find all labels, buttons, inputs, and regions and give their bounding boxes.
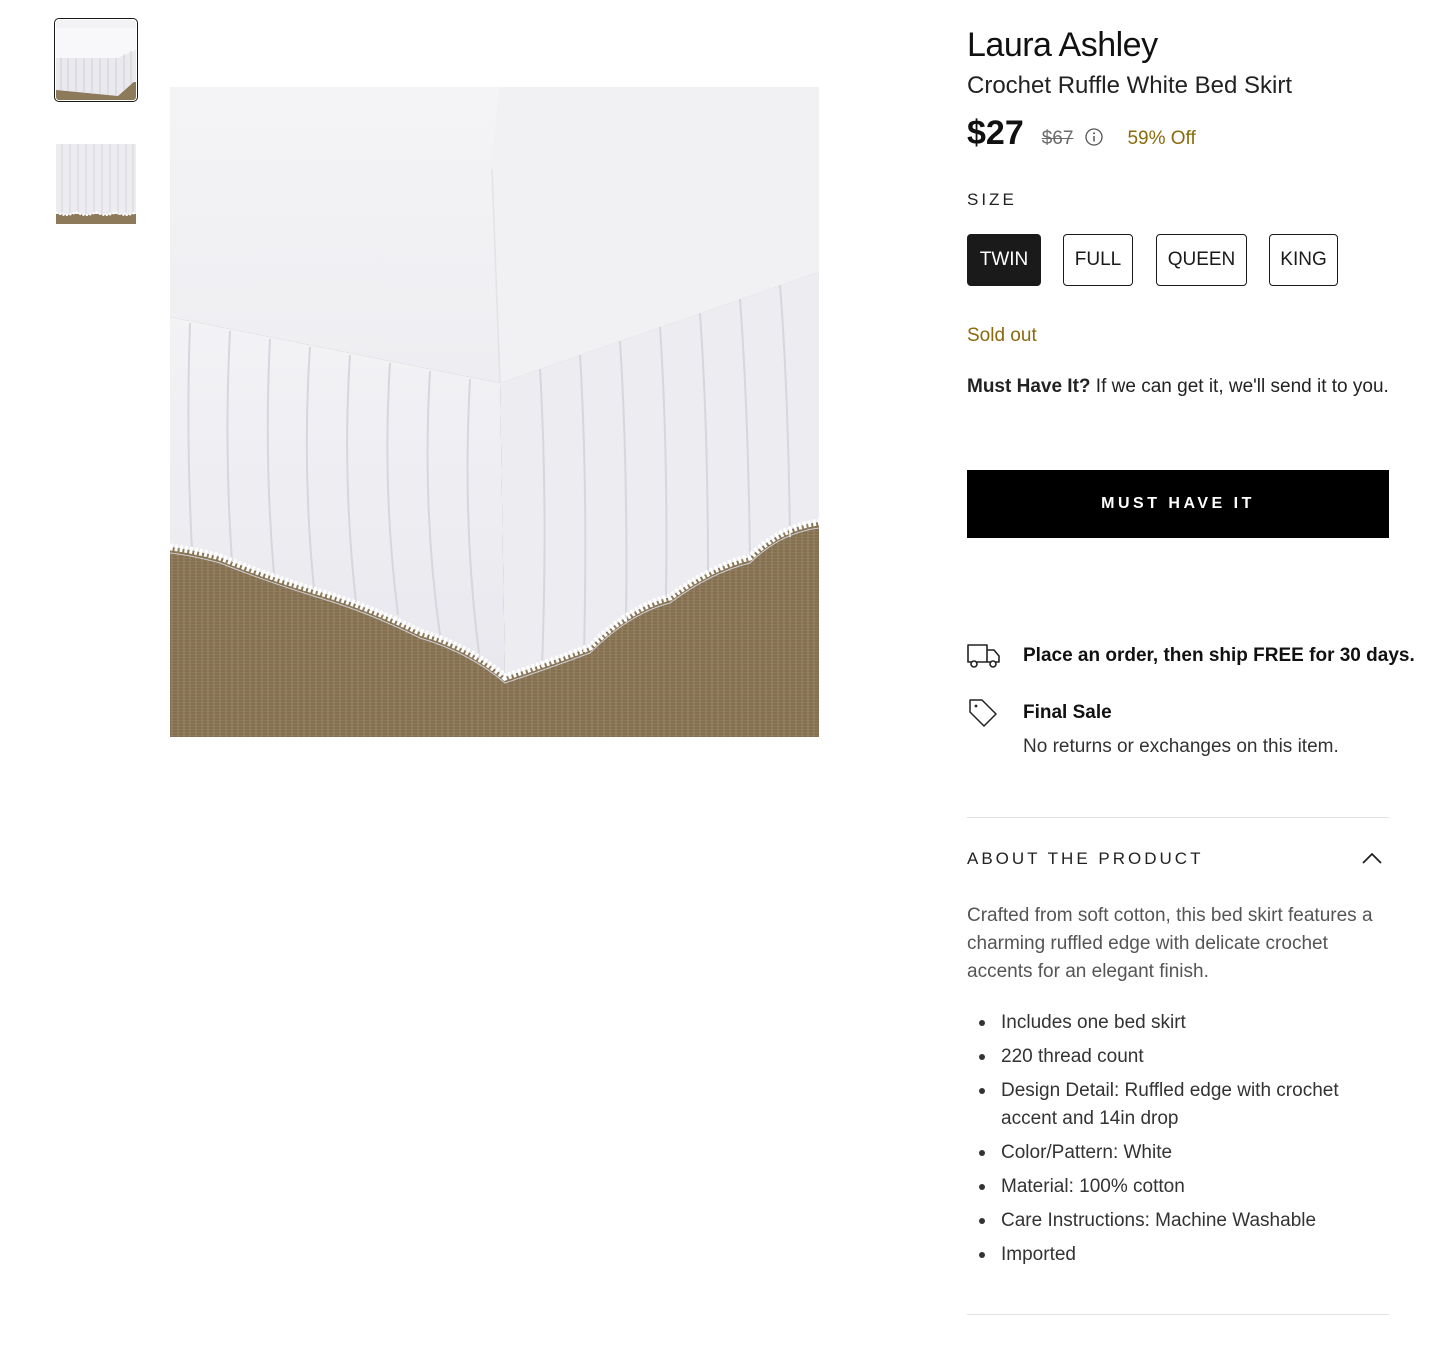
feature-item: Color/Pattern: White (979, 1139, 1387, 1167)
price-row: $27 $67 59% Off (967, 114, 1196, 153)
feature-item: Imported (979, 1241, 1387, 1269)
feature-item: Includes one bed skirt (979, 1009, 1387, 1037)
current-price: $27 (967, 114, 1024, 152)
feature-list: Includes one bed skirt 220 thread count … (967, 1009, 1387, 1275)
divider-bottom (967, 1314, 1389, 1315)
stock-status: Sold out (967, 325, 1037, 346)
must-have-message: Must Have It? If we can get it, we'll se… (967, 376, 1389, 398)
about-description: Crafted from soft cotton, this bed skirt… (967, 905, 1373, 982)
chevron-up-icon[interactable] (1360, 849, 1384, 867)
bed-skirt-image (170, 87, 819, 737)
ruffle-detail-thumbnail-image (56, 144, 136, 224)
main-product-image[interactable] (170, 87, 819, 737)
brand-name[interactable]: Laura Ashley (967, 26, 1158, 65)
feature-item: 220 thread count (979, 1043, 1387, 1071)
original-price: $67 (1041, 128, 1074, 149)
size-label: SIZE (967, 190, 1017, 209)
must-have-description: If we can get it, we'll send it to you. (1090, 376, 1389, 397)
size-option-twin[interactable]: TWIN (967, 234, 1041, 286)
must-have-it-button[interactable]: MUST HAVE IT (967, 470, 1389, 538)
product-title: Crochet Ruffle White Bed Skirt (967, 72, 1293, 99)
shipping-message: Place an order, then ship FREE for 30 da… (1023, 645, 1415, 666)
thumbnail-1[interactable] (54, 18, 138, 102)
feature-item: Design Detail: Ruffled edge with crochet… (979, 1077, 1387, 1133)
feature-item: Care Instructions: Machine Washable (979, 1207, 1387, 1235)
info-icon[interactable] (1085, 128, 1104, 146)
final-sale-description: No returns or exchanges on this item. (1023, 736, 1339, 757)
discount-badge: 59% Off (1127, 128, 1196, 149)
divider-top (967, 817, 1389, 818)
thumbnail-2[interactable] (56, 144, 136, 224)
truck-icon (966, 640, 1002, 672)
feature-item: Material: 100% cotton (979, 1173, 1387, 1201)
final-sale-title: Final Sale (1023, 702, 1112, 723)
size-option-full[interactable]: FULL (1063, 234, 1133, 286)
size-option-queen[interactable]: QUEEN (1156, 234, 1247, 286)
bed-skirt-thumbnail-image (56, 20, 136, 100)
tag-icon (967, 697, 999, 729)
must-have-heading: Must Have It? (967, 376, 1091, 397)
about-product-header[interactable]: ABOUT THE PRODUCT (967, 849, 1203, 869)
size-option-king[interactable]: KING (1269, 234, 1338, 286)
